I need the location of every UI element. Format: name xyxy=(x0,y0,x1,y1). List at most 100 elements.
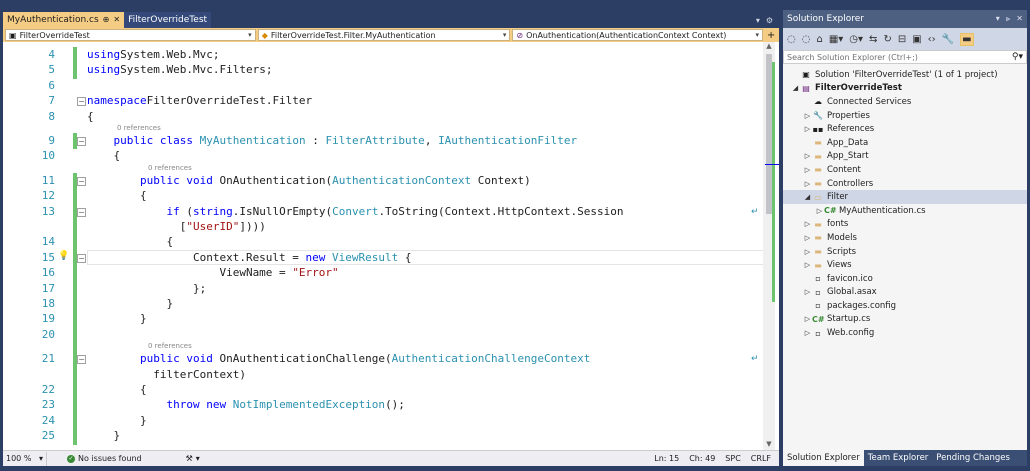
tree-item[interactable]: ▣ Solution 'FilterOverrideTest' (1 of 1 p… xyxy=(783,68,1027,82)
tree-item[interactable]: ▷ C# MyAuthentication.cs xyxy=(783,204,1027,218)
codelens-references[interactable]: 0 references xyxy=(117,124,161,132)
preview-selected-icon[interactable]: ▬ xyxy=(960,32,974,46)
collapse-icon[interactable]: − xyxy=(77,137,86,146)
expand-arrow-icon[interactable]: ▷ xyxy=(803,125,812,133)
expand-arrow-icon[interactable]: ▷ xyxy=(803,220,812,228)
code-keyword: public xyxy=(139,173,180,187)
show-all-files-icon[interactable]: ▣ xyxy=(912,34,921,45)
document-tab-strip: MyAuthentication.cs ⊕ ✕ FilterOverrideTe… xyxy=(3,10,779,28)
chevron-down-icon: ▾ xyxy=(755,31,760,39)
forward-icon[interactable]: ◌ xyxy=(802,34,811,45)
sync-icon[interactable]: ⇆ xyxy=(869,34,877,45)
close-icon[interactable]: ✕ xyxy=(1016,14,1023,24)
collapse-icon[interactable]: − xyxy=(77,253,86,263)
collapse-icon[interactable]: − xyxy=(77,355,86,365)
tree-item[interactable]: ▬ App_Data xyxy=(783,136,1027,150)
expand-arrow-icon[interactable]: ▷ xyxy=(803,329,812,337)
tab-myauthentication-cs[interactable]: MyAuthentication.cs ⊕ ✕ xyxy=(3,12,125,28)
refresh-icon[interactable]: ↻ xyxy=(883,34,891,45)
collapse-icon[interactable]: − xyxy=(77,207,86,217)
pending-changes-filter-icon[interactable]: ◷▾ xyxy=(849,34,863,45)
tree-item[interactable]: ☁ Connected Services xyxy=(783,95,1027,109)
properties-icon[interactable]: 🔧 xyxy=(942,34,954,45)
tree-item[interactable]: ▫ favicon.ico xyxy=(783,272,1027,286)
split-window-icon[interactable]: + xyxy=(765,29,777,41)
tree-item[interactable]: ▷ ▪▪ References xyxy=(783,122,1027,136)
tree-item[interactable]: ▷ C# Startup.cs xyxy=(783,313,1027,327)
expand-arrow-icon[interactable]: ▷ xyxy=(803,315,812,323)
expanded-arrow-icon[interactable]: ◢ xyxy=(791,84,800,92)
scroll-up-icon[interactable]: ▲ xyxy=(763,42,775,52)
solution-explorer-panel: Solution Explorer ▾ ⫸ ✕ ◌ ◌ ⌂ ▦▾ ◷▾ ⇆ ↻ … xyxy=(783,10,1027,466)
tree-item[interactable]: ▷ ▬ Content xyxy=(783,163,1027,177)
pin-icon[interactable]: ⊕ xyxy=(103,12,110,28)
collapse-icon[interactable]: − xyxy=(77,176,86,186)
search-icon[interactable]: ⚲▾ xyxy=(1012,52,1023,62)
tree-item[interactable]: ▫ packages.config xyxy=(783,299,1027,313)
file-icon: ▣ xyxy=(802,70,810,80)
gear-icon[interactable]: ⚙ xyxy=(766,16,773,25)
expand-arrow-icon[interactable]: ▷ xyxy=(803,248,812,256)
vertical-scrollbar[interactable]: ▲ ▼ xyxy=(763,42,775,450)
tab-filteroverridetest[interactable]: FilterOverrideTest xyxy=(124,12,212,28)
code-line: public void OnAuthenticationChallenge(Au… xyxy=(87,352,590,366)
window-position-icon[interactable]: ▾ xyxy=(996,14,1000,24)
tab-list-dropdown-icon[interactable]: ▾ xyxy=(756,16,760,25)
tree-item[interactable]: ▷ ▬ Models xyxy=(783,231,1027,245)
code-text: , xyxy=(424,134,439,147)
tree-item[interactable]: ▷ 🔧 Properties xyxy=(783,109,1027,123)
code-line: } xyxy=(87,312,147,326)
code-text: { xyxy=(398,250,412,264)
project-dropdown[interactable]: ▣ FilterOverrideTest ▾ xyxy=(5,29,256,41)
expand-arrow-icon[interactable]: ▷ xyxy=(803,152,812,160)
lightbulb-icon[interactable]: 💡 xyxy=(58,251,69,261)
line-ending-indicator[interactable]: CRLF xyxy=(751,454,771,463)
class-dropdown[interactable]: ◆ FilterOverrideTest.Filter.MyAuthentica… xyxy=(257,29,511,41)
tab-solution-explorer[interactable]: Solution Explorer xyxy=(783,450,864,466)
tree-item[interactable]: ▷ ▬ fonts xyxy=(783,218,1027,232)
code-keyword: if xyxy=(166,204,180,218)
tab-pending-changes[interactable]: Pending Changes xyxy=(932,450,1014,466)
code-text: } xyxy=(87,297,174,310)
collapse-all-icon[interactable]: ⊟ xyxy=(898,34,906,45)
back-icon[interactable]: ◌ xyxy=(787,34,796,45)
tree-item[interactable]: ◢ ▤ FilterOverrideTest xyxy=(783,82,1027,96)
code-cleanup-button[interactable]: ⚒ ▾ xyxy=(182,454,204,463)
collapse-icon[interactable]: − xyxy=(77,97,86,107)
solution-search-input[interactable]: Search Solution Explorer (Ctrl+;) ⚲▾ xyxy=(783,50,1027,64)
expand-arrow-icon[interactable]: ▷ xyxy=(803,180,812,188)
tree-item[interactable]: ▷ ▬ Views xyxy=(783,258,1027,272)
tree-item[interactable]: ▷ ▫ Web.config xyxy=(783,326,1027,340)
zoom-dropdown[interactable]: 100 % ▾ xyxy=(3,451,47,466)
expand-arrow-icon[interactable]: ▷ xyxy=(803,112,812,120)
pin-icon[interactable]: ⫸ xyxy=(1006,14,1011,24)
code-area[interactable]: 4 5 6 7 8 9 10 11 12 13 14 15 16 17 18 19 20 21 22 23 24 25 u… xyxy=(3,42,779,450)
issues-indicator[interactable]: ✓ No issues found xyxy=(63,454,146,463)
tree-item[interactable]: ▷ ▬ Scripts xyxy=(783,245,1027,259)
scroll-down-icon[interactable]: ▼ xyxy=(763,440,775,450)
codelens-references[interactable]: 0 references xyxy=(148,164,192,172)
expand-arrow-icon[interactable]: ▷ xyxy=(803,261,812,269)
member-dropdown[interactable]: ⊘ OnAuthentication(AuthenticationContext… xyxy=(512,29,764,41)
tree-item[interactable]: ▷ ▬ Controllers xyxy=(783,177,1027,191)
codelens-references[interactable]: 0 references xyxy=(148,342,192,350)
close-icon[interactable]: ✕ xyxy=(113,12,120,28)
expanded-arrow-icon[interactable]: ◢ xyxy=(803,193,812,201)
expand-arrow-icon[interactable]: ▷ xyxy=(803,288,812,296)
view-code-icon[interactable]: ‹› xyxy=(928,34,936,45)
word-wrap-icon: ↵ xyxy=(751,354,759,365)
line-number: 18 xyxy=(41,297,55,310)
tree-item[interactable]: ▷ ▫ Global.asax xyxy=(783,286,1027,300)
tree-item[interactable]: ▷ ▬ App_Start xyxy=(783,150,1027,164)
expand-arrow-icon[interactable]: ▷ xyxy=(803,234,812,242)
home-icon[interactable]: ⌂ xyxy=(816,34,822,45)
expand-arrow-icon[interactable]: ▷ xyxy=(803,166,812,174)
tree-item-label: Views xyxy=(827,260,852,271)
file-icon: ▤ xyxy=(802,83,810,93)
whitespace-indicator[interactable]: SPC xyxy=(725,454,741,463)
switch-views-icon[interactable]: ▦▾ xyxy=(829,34,843,45)
expand-arrow-icon[interactable]: ▷ xyxy=(815,207,824,215)
tree-item[interactable]: ◢ ▭ Filter xyxy=(783,190,1027,204)
tab-team-explorer[interactable]: Team Explorer xyxy=(864,450,933,466)
